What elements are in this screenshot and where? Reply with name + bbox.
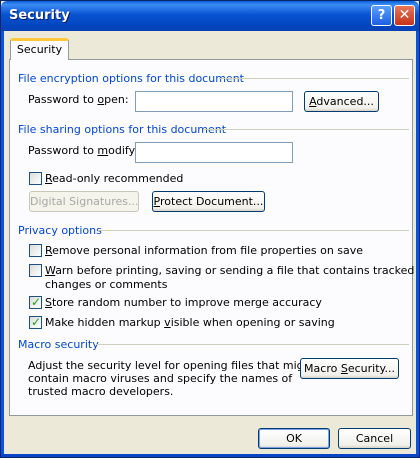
protect-document-button[interactable]: Protect Document... [152,191,265,212]
hidden-markup-checkbox[interactable]: ✓ [29,315,42,329]
password-modify-label: Password to modify: [28,144,139,157]
store-random-number-checkbox[interactable]: ✓ [29,295,42,309]
macro-security-button[interactable]: Macro Security... [300,358,399,379]
macro-heading: Macro security [18,338,99,351]
readonly-checkbox[interactable] [29,172,42,185]
hidden-markup-label[interactable]: Make hidden markup visible when opening … [45,316,335,329]
warn-before-printing-label-line2[interactable]: changes or comments [45,278,167,291]
title-bar[interactable]: Security ? ✕ [1,1,419,31]
warn-before-printing-checkbox[interactable] [29,264,42,277]
cancel-button[interactable]: Cancel [338,428,411,449]
privacy-heading: Privacy options [18,224,102,237]
checkmark-icon: ✓ [31,295,42,309]
remove-personal-info-checkbox[interactable] [29,244,42,257]
password-open-label: Password to open: [28,93,129,106]
readonly-label[interactable]: Read-only recommended [45,172,183,185]
sharing-heading: File sharing options for this document [18,123,227,136]
password-open-input[interactable] [135,91,293,112]
window-frame-left [1,31,4,457]
store-random-number-label[interactable]: Store random number to improve merge acc… [45,296,322,309]
close-button[interactable]: ✕ [394,5,415,26]
warn-before-printing-label[interactable]: Warn before printing, saving or sending … [45,264,414,277]
window-frame-bottom [1,454,419,457]
privacy-divider [98,230,409,231]
ok-button[interactable]: OK [258,428,330,449]
help-button[interactable]: ? [371,5,392,26]
macro-description-line2: contain macro viruses and specify the na… [28,372,293,385]
remove-personal-info-label[interactable]: Remove personal information from file pr… [45,244,363,257]
macro-description-line3: trusted macro developers. [28,385,174,398]
security-dialog: Security ? ✕ Security File encryption op… [0,0,420,458]
macro-description-line1: Adjust the security level for opening fi… [28,359,315,372]
digital-signatures-button[interactable]: Digital Signatures... [29,191,139,212]
window-title: Security [9,8,70,23]
window-frame-right [416,31,419,457]
checkmark-icon: ✓ [31,315,42,329]
encryption-heading: File encryption options for this documen… [18,72,244,85]
macro-divider [96,344,409,345]
tab-security[interactable]: Security [10,38,69,60]
encryption-divider [219,78,409,79]
sharing-divider [203,129,409,130]
password-modify-input[interactable] [135,142,293,163]
advanced-button[interactable]: Advanced... [304,91,379,112]
